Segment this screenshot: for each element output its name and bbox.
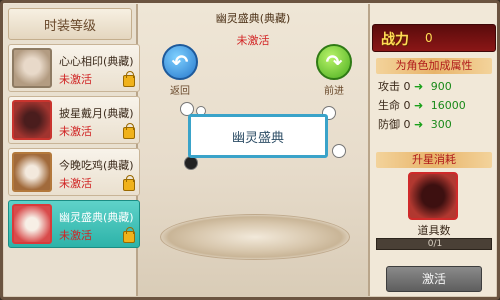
stat-name: 生命 xyxy=(378,99,400,112)
fashion-level-title: 时装等级 xyxy=(43,18,96,34)
back-button[interactable]: ↶ xyxy=(162,44,198,80)
fashion-item-name: 今晚吃鸡(典藏) xyxy=(59,159,134,172)
combat-power-box: 战力 0 xyxy=(372,24,496,52)
forward-button[interactable]: ↷ xyxy=(316,44,352,80)
fashion-item-name: 披星戴月(典藏) xyxy=(59,107,134,120)
fashion-thumbnail xyxy=(12,204,52,244)
upgrade-cost-title: 升星消耗 xyxy=(376,152,492,168)
arrow-up-icon: ➜ xyxy=(414,118,424,131)
ghost-icon xyxy=(332,144,346,158)
lock-icon xyxy=(123,175,135,191)
fashion-preview-area: 幽灵盛典(典藏) 未激活 ↶ 返回 ↷ 前进 幽灵盛典 xyxy=(140,4,366,296)
stats-panel: 战力 0 为角色加成属性 攻击 0 ➜ 900 生命 0 ➜ 16000 防御 … xyxy=(368,4,496,296)
lock-icon xyxy=(123,227,135,243)
preview-title: 幽灵盛典(典藏) xyxy=(215,12,291,25)
stat-value: 900 xyxy=(430,80,452,93)
item-progress-text: 0/1 xyxy=(427,239,443,249)
fashion-list-panel: 时装等级 心心相印(典藏) 未激活 披星戴月(典藏) 未激活 今晚吃鸡(典藏) … xyxy=(4,4,140,296)
fashion-item-name: 心心相印(典藏) xyxy=(59,55,134,68)
fashion-item-name: 幽灵盛典(典藏) xyxy=(59,211,134,224)
stat-base: 0 xyxy=(403,80,411,93)
combat-power-value: 0 xyxy=(425,31,433,45)
fashion-item-status: 未激活 xyxy=(59,229,92,242)
stat-base: 0 xyxy=(403,118,411,131)
fashion-item-selected[interactable]: 幽灵盛典(典藏) 未激活 xyxy=(8,200,140,248)
fashion-item-status: 未激活 xyxy=(59,125,92,138)
fashion-level-header: 时装等级 xyxy=(8,8,132,40)
fashion-card-label: 幽灵盛典 xyxy=(231,130,284,146)
fashion-thumbnail xyxy=(12,152,52,192)
stat-hp: 生命 0 ➜ 16000 xyxy=(378,97,466,113)
forward-label: 前进 xyxy=(324,86,344,97)
stat-base: 0 xyxy=(403,99,411,112)
lock-icon xyxy=(123,71,135,87)
stat-name: 攻击 xyxy=(378,80,400,93)
stat-attack: 攻击 0 ➜ 900 xyxy=(378,78,452,94)
back-label: 返回 xyxy=(170,86,190,97)
stat-value: 16000 xyxy=(430,99,466,112)
cat-icon xyxy=(184,156,198,170)
item-count-label: 道具数 xyxy=(417,224,451,237)
activate-button[interactable]: 激活 xyxy=(386,266,482,292)
display-platform xyxy=(160,214,350,260)
arrow-left-icon: ↶ xyxy=(171,50,189,74)
combat-power-label: 战力 xyxy=(381,32,409,48)
stat-defense: 防御 0 ➜ 300 xyxy=(378,116,452,132)
arrow-up-icon: ➜ xyxy=(414,99,424,112)
arrow-up-icon: ➜ xyxy=(414,80,424,93)
arrow-right-icon: ↷ xyxy=(325,50,343,74)
fashion-item-status: 未激活 xyxy=(59,73,92,86)
fashion-item[interactable]: 今晚吃鸡(典藏) 未激活 xyxy=(8,148,140,196)
fashion-item[interactable]: 披星戴月(典藏) 未激活 xyxy=(8,96,140,144)
fashion-thumbnail xyxy=(12,48,52,88)
fashion-item[interactable]: 心心相印(典藏) 未激活 xyxy=(8,44,140,92)
upgrade-item-slot[interactable] xyxy=(408,172,458,220)
lock-icon xyxy=(123,123,135,139)
stat-value: 300 xyxy=(430,118,452,131)
fashion-item-status: 未激活 xyxy=(59,177,92,190)
fashion-card: 幽灵盛典 xyxy=(188,114,328,158)
stat-name: 防御 xyxy=(378,118,400,131)
attribute-title: 为角色加成属性 xyxy=(376,58,492,74)
fashion-thumbnail xyxy=(12,100,52,140)
item-progress-bar: 0/1 xyxy=(376,238,492,250)
